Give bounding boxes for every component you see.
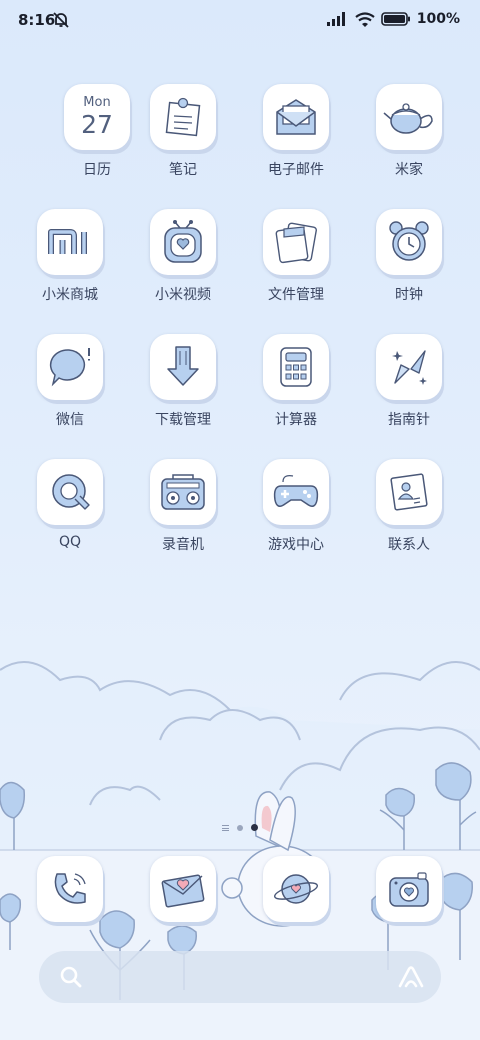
- calculator-icon: [263, 334, 329, 400]
- app-label: 录音机: [162, 537, 204, 553]
- status-time: 8:16: [18, 11, 56, 29]
- app-file-manager[interactable]: 文件管理: [246, 209, 346, 304]
- app-label: 文件管理: [268, 287, 324, 303]
- gamepad-icon: [263, 459, 329, 525]
- page-dot-2-active[interactable]: [251, 824, 258, 831]
- dock-browser[interactable]: [246, 856, 346, 922]
- dock-phone[interactable]: [20, 856, 120, 922]
- search-bar[interactable]: [39, 951, 441, 1003]
- status-icons: 100%: [326, 11, 460, 27]
- app-downloads[interactable]: 下载管理: [133, 334, 233, 429]
- battery-percent: 100%: [416, 11, 460, 27]
- app-label: 小米商城: [42, 287, 98, 303]
- app-label: 计算器: [275, 412, 317, 428]
- search-icon: [60, 966, 82, 988]
- tv-icon: [150, 209, 216, 275]
- signal-icon: [326, 12, 345, 26]
- mail-icon: [263, 84, 329, 150]
- app-label: 日历: [83, 162, 111, 178]
- phone-icon: [37, 856, 103, 922]
- app-label: 下载管理: [155, 412, 211, 428]
- battery-icon: [380, 12, 410, 26]
- page-indicator[interactable]: [0, 824, 480, 831]
- app-contacts[interactable]: 联系人: [359, 459, 459, 554]
- app-label: 小米视频: [155, 287, 211, 303]
- app-label: 指南针: [388, 412, 430, 428]
- dock-camera[interactable]: [359, 856, 459, 922]
- app-label: 游戏中心: [268, 537, 324, 553]
- compass-icon: [376, 334, 442, 400]
- app-label: 联系人: [388, 537, 430, 553]
- app-calculator[interactable]: 计算器: [246, 334, 346, 429]
- calendar-day: Mon: [83, 95, 111, 110]
- app-notes[interactable]: 笔记: [133, 84, 233, 179]
- app-wechat[interactable]: 微信: [20, 334, 120, 429]
- app-recorder[interactable]: 录音机: [133, 459, 233, 554]
- status-bar: 8:16 100%: [0, 0, 480, 42]
- page-dot-1[interactable]: [237, 824, 243, 831]
- folder-icon: [263, 209, 329, 275]
- teapot-icon: [376, 84, 442, 150]
- wifi-icon: [355, 11, 375, 27]
- alarm-clock-icon: [376, 209, 442, 275]
- app-label: 电子邮件: [268, 162, 324, 178]
- message-envelope-icon: [150, 856, 216, 922]
- dock-messages[interactable]: [133, 856, 233, 922]
- page-indicator-feed[interactable]: [222, 824, 229, 831]
- notes-icon: [150, 84, 216, 150]
- app-calendar[interactable]: Mon 27 日历: [47, 84, 147, 179]
- app-label: 时钟: [395, 287, 423, 303]
- app-label: 笔记: [169, 162, 197, 178]
- qq-icon: [37, 459, 103, 525]
- app-game-center[interactable]: 游戏中心: [246, 459, 346, 554]
- calendar-date: 27: [81, 110, 113, 139]
- calendar-icon: Mon 27: [64, 84, 130, 150]
- contact-card-icon: [376, 459, 442, 525]
- bell-mute-icon: [53, 12, 69, 28]
- app-label: QQ: [58, 534, 82, 550]
- app-clock[interactable]: 时钟: [359, 209, 459, 304]
- planet-browser-icon: [263, 856, 329, 922]
- ai-assistant-icon[interactable]: [397, 965, 425, 989]
- app-compass[interactable]: 指南针: [359, 334, 459, 429]
- app-mi-video[interactable]: 小米视频: [133, 209, 233, 304]
- chat-bubble-icon: [37, 334, 103, 400]
- camera-icon: [376, 856, 442, 922]
- download-arrow-icon: [150, 334, 216, 400]
- app-mail[interactable]: 电子邮件: [246, 84, 346, 179]
- app-mijia[interactable]: 米家: [359, 84, 459, 179]
- mi-logo-icon: [37, 209, 103, 275]
- app-mi-store[interactable]: 小米商城: [20, 209, 120, 304]
- app-label: 微信: [56, 412, 84, 428]
- app-qq[interactable]: QQ: [20, 459, 120, 550]
- boombox-icon: [150, 459, 216, 525]
- app-label: 米家: [395, 162, 423, 178]
